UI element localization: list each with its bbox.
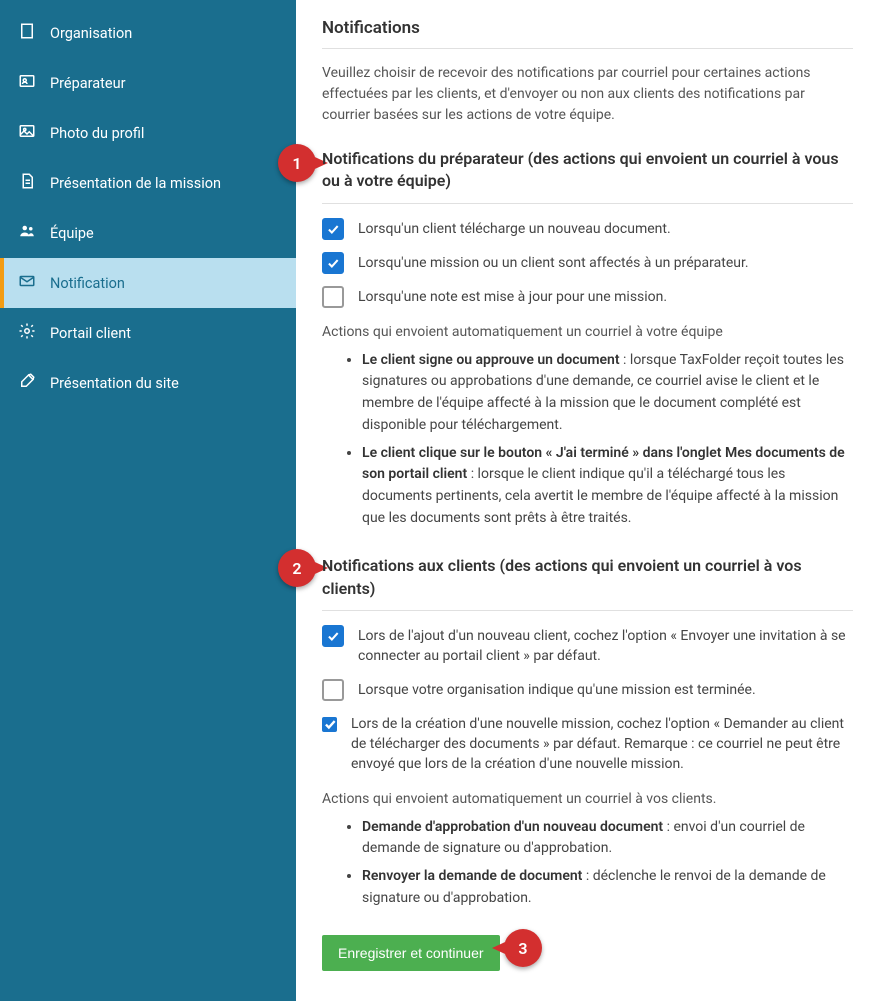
list-item: Le client signe ou approuve un document … (362, 350, 853, 437)
page-title: Notifications (322, 18, 853, 38)
sidebar-item-label: Préparateur (50, 75, 126, 92)
section-client-notifications: 2 Notifications aux clients (des actions… (322, 555, 853, 909)
divider (322, 203, 853, 204)
sidebar-item-label: Équipe (50, 225, 94, 242)
sidebar-item-organisation[interactable]: Organisation (0, 8, 296, 58)
brush-icon (18, 372, 36, 394)
auto-actions-caption-clients: Actions qui envoient automatiquement un … (322, 791, 853, 807)
sidebar-item-label: Présentation du site (50, 375, 179, 392)
main-content: Notifications Veuillez choisir de recevo… (296, 0, 879, 1001)
checkbox-label: Lorsqu'un client télécharge un nouveau d… (358, 218, 671, 239)
sidebar-item-label: Portail client (50, 325, 131, 342)
sidebar-item-preparateur[interactable]: Préparateur (0, 58, 296, 108)
sidebar-item-label: Présentation de la mission (50, 175, 221, 192)
checkbox-new-mission-request[interactable] (322, 717, 337, 732)
sidebar-item-label: Photo du profil (50, 125, 144, 142)
image-icon (18, 122, 36, 144)
intro-text: Veuillez choisir de recevoir des notific… (322, 63, 853, 126)
list-item: Renvoyer la demande de document : déclen… (362, 866, 853, 909)
checkbox-label: Lors de l'ajout d'un nouveau client, coc… (358, 625, 853, 667)
building-icon (18, 22, 36, 44)
checkbox-label: Lorsqu'une mission ou un client sont aff… (358, 252, 749, 273)
list-item: Demande d'approbation d'un nouveau docum… (362, 817, 853, 860)
divider (322, 48, 853, 49)
checkbox-label: Lors de la création d'une nouvelle missi… (351, 713, 853, 775)
section-preparer-notifications: 1 Notifications du préparateur (des acti… (322, 148, 853, 529)
sidebar-item-equipe[interactable]: Équipe (0, 208, 296, 258)
section-heading-1: Notifications du préparateur (des action… (322, 148, 853, 193)
settings-sidebar: Organisation Préparateur Photo du profil… (0, 0, 296, 1001)
checkbox-row-new-client-invite: Lors de l'ajout d'un nouveau client, coc… (322, 625, 853, 667)
checkbox-label: Lorsqu'une note est mise à jour pour une… (358, 286, 667, 307)
sidebar-item-photo[interactable]: Photo du profil (0, 108, 296, 158)
sidebar-item-label: Organisation (50, 25, 132, 42)
sidebar-item-presentation-mission[interactable]: Présentation de la mission (0, 158, 296, 208)
save-continue-button[interactable]: Enregistrer et continuer (322, 935, 500, 971)
mail-icon (18, 272, 36, 294)
checkbox-label: Lorsque votre organisation indique qu'un… (358, 679, 756, 700)
step-marker-3: 3 (504, 929, 564, 969)
sidebar-item-portail-client[interactable]: Portail client (0, 308, 296, 358)
checkbox-mission-done[interactable] (322, 679, 344, 701)
checkbox-row-new-mission-request: Lors de la création d'une nouvelle missi… (322, 713, 853, 775)
checkbox-row-assigned: Lorsqu'une mission ou un client sont aff… (322, 252, 853, 274)
section-heading-2: Notifications aux clients (des actions q… (322, 555, 853, 600)
team-icon (18, 222, 36, 244)
checkbox-row-note-updated: Lorsqu'une note est mise à jour pour une… (322, 286, 853, 308)
checkbox-new-client-invite[interactable] (322, 625, 344, 647)
checkbox-client-upload[interactable] (322, 218, 344, 240)
checkbox-assigned[interactable] (322, 252, 344, 274)
checkbox-row-upload-doc: Lorsqu'un client télécharge un nouveau d… (322, 218, 853, 240)
document-icon (18, 172, 36, 194)
auto-actions-caption: Actions qui envoient automatiquement un … (322, 324, 853, 340)
auto-actions-list: Le client signe ou approuve un document … (322, 350, 853, 530)
checkbox-row-mission-done: Lorsque votre organisation indique qu'un… (322, 679, 853, 701)
checkbox-note-updated[interactable] (322, 286, 344, 308)
id-card-icon (18, 72, 36, 94)
divider (322, 610, 853, 611)
sidebar-item-presentation-site[interactable]: Présentation du site (0, 358, 296, 408)
sidebar-item-label: Notification (50, 275, 125, 292)
sidebar-item-notification[interactable]: Notification (0, 258, 296, 308)
gear-icon (18, 322, 36, 344)
save-row: Enregistrer et continuer 3 (322, 935, 853, 971)
list-item: Le client clique sur le bouton « J'ai te… (362, 443, 853, 530)
auto-actions-list-clients: Demande d'approbation d'un nouveau docum… (322, 817, 853, 910)
